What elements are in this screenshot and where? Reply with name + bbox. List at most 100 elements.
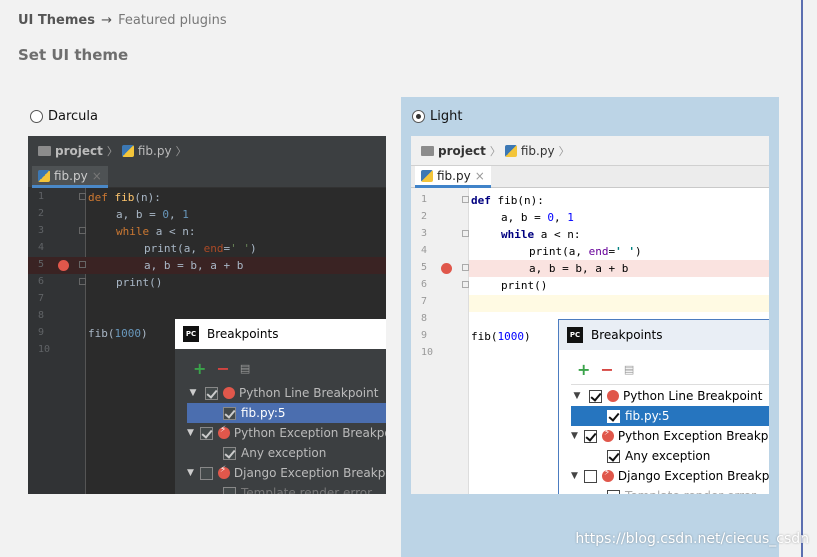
nav-project: project [438,143,486,158]
checkbox [583,429,597,443]
code-line: a, b = 0, 1 [116,208,189,221]
caret-line-highlight [469,295,769,312]
checkbox [223,486,236,494]
checkbox [205,386,218,400]
breadcrumb-root[interactable]: UI Themes [18,13,95,28]
line-number: 6 [421,279,428,290]
window-border [801,0,803,557]
breakpoint-icon [58,260,69,271]
manage-icon: ▤ [623,362,635,376]
checkbox [199,426,213,440]
line-number: 1 [421,194,428,205]
line-number: 9 [38,327,45,338]
python-file-icon [121,145,134,157]
breadcrumb: UI Themes → Featured plugins [18,13,227,28]
exception-breakpoint-icon [217,465,230,479]
checkbox [583,469,597,483]
darcula-theme-option[interactable]: Darcula [30,109,98,124]
line-number: 4 [421,245,428,256]
line-number: 8 [38,310,45,321]
darcula-radio[interactable] [30,110,43,123]
breakpoint-icon [441,263,452,274]
tab-bar: fib.py × [28,166,386,188]
line-number: 10 [38,344,51,355]
tree-row: ▼ Python Line Breakpoint [571,386,769,406]
pycharm-icon: PC [183,326,199,342]
checkbox [607,409,620,423]
fold-icon [462,264,469,271]
chevron-down-icon: ▼ [189,388,197,398]
tree-row: Any exception [187,443,386,463]
checkbox [199,466,213,480]
chevron-right-icon: 〉 [489,144,501,158]
chevron-right-icon: 〉 [558,144,570,158]
line-number: 6 [38,276,45,287]
breakpoint-tree: ▼Python Line Breakpoint fib.py:5 ▼Python… [187,383,386,494]
python-file-icon [504,144,517,157]
python-file-icon [38,169,50,182]
dialog-title-bar: PC Breakpoints [175,319,386,349]
tab-label: fib.py [437,168,471,183]
add-icon: + [193,358,207,378]
light-label: Light [430,109,463,124]
tree-row: Template render error [571,486,769,494]
exception-breakpoint-icon [217,425,230,439]
nav-bar: project 〉 fib.py 〉 [411,136,769,166]
tab-bar: fib.py × [411,166,769,188]
tab-fib-py: fib.py × [32,166,108,188]
chevron-down-icon: ▼ [571,431,578,441]
tree-row: Template render error [187,483,386,494]
add-icon: + [577,359,591,379]
light-theme-option[interactable]: Light [412,109,462,124]
dialog-title-bar: PC Breakpoints [559,320,769,350]
chevron-down-icon: ▼ [571,471,578,481]
line-number: 2 [38,208,45,219]
breakpoint-tree: ▼Python Line Breakpoint fib.py:5 ▼Python… [571,384,769,494]
dialog-toolbar: + − ▤ [175,349,386,387]
code-line: while a < n: [116,225,196,238]
tree-row: ▼Python Exception Breakpoint [187,423,386,443]
code-line: print() [501,279,548,292]
chevron-down-icon: ▼ [187,468,194,478]
dialog-title: Breakpoints [591,328,663,342]
folder-icon [38,146,51,156]
dialog-title: Breakpoints [207,327,279,341]
nav-file: fib.py [520,143,555,158]
tree-row: Any exception [571,446,769,466]
close-icon: × [91,168,102,183]
breadcrumb-separator: → [101,13,113,28]
tree-row: fib.py:5 [571,406,769,426]
fold-icon [79,193,86,200]
light-radio[interactable] [412,110,425,123]
line-number: 7 [38,293,45,304]
manage-icon: ▤ [239,361,251,375]
code-line: a, b = b, a + b [144,259,244,272]
code-line: while a < n: [501,228,581,241]
code-line: print() [116,276,163,289]
code-line: def fib(n): [88,191,161,204]
code-line: a, b = 0, 1 [501,211,574,224]
checkbox [607,449,620,463]
code-line: print(a, end=' ') [144,242,257,255]
pycharm-icon: PC [567,327,583,343]
chevron-right-icon: 〉 [106,145,118,158]
tree-row: fib.py:5 [187,403,386,423]
line-number: 5 [421,262,428,273]
remove-icon: − [216,358,230,378]
fold-icon [79,261,86,268]
tab-fib-py: fib.py × [415,166,491,188]
checkbox [589,389,602,403]
breakpoint-icon [607,390,619,402]
fold-icon [462,196,469,203]
checkbox [223,406,236,420]
remove-icon: − [600,359,614,379]
line-number: 8 [421,313,428,324]
line-number: 2 [421,211,428,222]
tree-row: ▼Django Exception Breakpoint [571,466,769,486]
fold-icon [79,227,86,234]
tree-divider [571,384,769,385]
nav-project: project [55,144,103,158]
darcula-breakpoints-dialog: PC Breakpoints + − ▤ ▼ Python Line Breakp… [174,319,386,494]
chevron-right-icon: 〉 [175,145,187,158]
close-icon: × [474,168,485,183]
